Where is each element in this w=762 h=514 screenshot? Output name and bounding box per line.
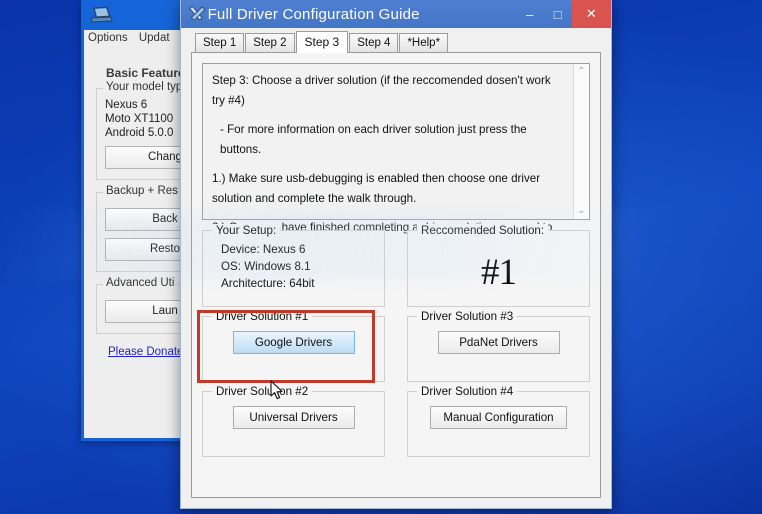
advanced-utilities-legend: Advanced Uti (103, 277, 178, 289)
driver-solution-3-legend: Driver Solution #3 (417, 310, 518, 323)
tab-help[interactable]: *Help* (399, 33, 449, 52)
maximize-button[interactable]: □ (544, 0, 572, 28)
instructions-line-3: 1.) Make sure usb-debugging is enabled t… (212, 172, 541, 205)
scroll-down-icon[interactable]: ⌄ (577, 205, 585, 217)
driver-solution-2-legend: Driver Solution #2 (212, 385, 313, 398)
your-setup-legend: Your Setup: (212, 224, 281, 237)
close-button[interactable]: ✕ (571, 0, 611, 28)
dialog-titlebar[interactable]: Full Driver Configuration Guide – □ ✕ (181, 0, 611, 28)
backup-restore-legend: Backup + Res (103, 185, 181, 197)
recommended-solution-legend: Reccomended Solution: (417, 224, 549, 237)
your-setup-group: Your Setup: Device: Nexus 6 OS: Windows … (202, 224, 385, 307)
desktop-background: Options Updat Basic Feature Your model t… (0, 0, 762, 514)
instructions-text: Step 3: Choose a driver solution (if the… (203, 64, 573, 254)
instructions-line-2: - For more information on each driver so… (220, 123, 527, 156)
menu-item-update[interactable]: Updat (139, 32, 170, 44)
scroll-up-icon[interactable]: ⌃ (577, 66, 585, 78)
pdanet-drivers-button[interactable]: PdaNet Drivers (437, 331, 560, 354)
tab-step-4[interactable]: Step 4 (349, 33, 399, 52)
tab-step-2[interactable]: Step 2 (245, 33, 295, 52)
content-grid: Your Setup: Device: Nexus 6 OS: Windows … (197, 224, 590, 457)
setup-os: OS: Windows 8.1 (221, 260, 311, 273)
instructions-textbox[interactable]: Step 3: Choose a driver solution (if the… (202, 63, 590, 254)
driver-solution-4-legend: Driver Solution #4 (417, 385, 518, 398)
dialog-title: Full Driver Configuration Guide (207, 5, 420, 23)
recommended-solution-value: #1 (481, 251, 517, 293)
model-type-legend: Your model typ (103, 81, 186, 93)
driver-solution-4-group: Driver Solution #4 Manual Configuration (407, 385, 590, 457)
tools-icon (189, 5, 206, 21)
setup-device: Device: Nexus 6 (221, 243, 306, 256)
driver-solution-2-group: Driver Solution #2 Universal Drivers (202, 385, 385, 457)
model-line-2: Moto XT1100 (105, 113, 174, 125)
model-line-3: Android 5.0.0 (105, 127, 174, 139)
menu-item-options[interactable]: Options (88, 32, 128, 44)
minimize-button[interactable]: – (516, 0, 544, 28)
driver-configuration-dialog[interactable]: Full Driver Configuration Guide – □ ✕ St… (180, 0, 612, 509)
model-line-1: Nexus 6 (105, 99, 148, 111)
driver-solution-3-group: Driver Solution #3 PdaNet Drivers (407, 310, 590, 382)
google-drivers-button[interactable]: Google Drivers (232, 331, 355, 354)
universal-drivers-button[interactable]: Universal Drivers (232, 406, 355, 429)
driver-solution-1-legend: Driver Solution #1 (212, 310, 313, 323)
tab-step-3[interactable]: Step 3 (295, 31, 349, 53)
recommended-solution-group: Reccomended Solution: #1 (407, 224, 590, 307)
tab-page-step-3: Step 3: Choose a driver solution (if the… (191, 52, 601, 498)
driver-solution-1-group: Driver Solution #1 Google Drivers (197, 310, 385, 383)
manual-configuration-button[interactable]: Manual Configuration (430, 406, 567, 429)
setup-architecture: Architecture: 64bit (221, 277, 315, 290)
laptop-icon (90, 6, 113, 23)
instructions-scrollbar[interactable]: ⌃ ⌄ (573, 64, 589, 219)
tab-strip[interactable]: Step 1 Step 2 Step 3 Step 4 *Help* (181, 28, 611, 53)
instructions-line-1: Step 3: Choose a driver solution (if the… (212, 74, 551, 107)
tab-step-1[interactable]: Step 1 (195, 33, 245, 52)
